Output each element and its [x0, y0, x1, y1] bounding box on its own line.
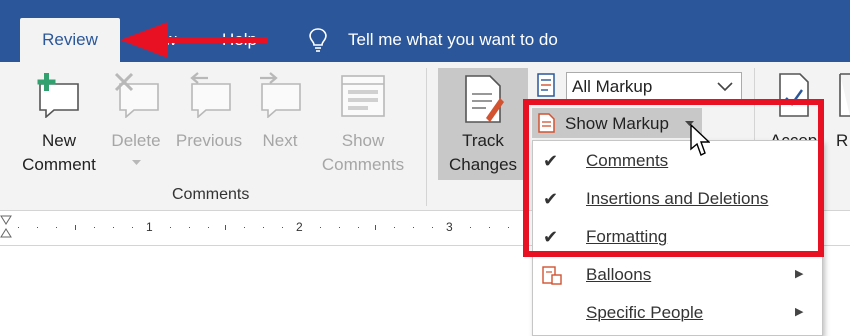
delete-comment-icon [114, 72, 159, 118]
group-separator [426, 68, 427, 206]
indent-marker-icon[interactable] [0, 215, 14, 241]
reject-label: R [836, 131, 849, 150]
menu-item-balloons[interactable]: Balloons ▶ [533, 257, 822, 294]
previous-label: Previous [175, 131, 243, 150]
markup-view-select[interactable]: All Markup [566, 72, 742, 102]
next-comment-icon [260, 72, 301, 118]
menu-item-specific-people[interactable]: Specific People ▶ [533, 295, 822, 332]
previous-comment-button[interactable]: Previous [172, 62, 246, 182]
show-comments-label-2: Comments [321, 155, 405, 174]
menu-item-label: Specific People [586, 303, 704, 322]
submenu-arrow-icon: ▶ [795, 306, 804, 318]
delete-dropdown-icon [132, 160, 141, 165]
track-changes-button[interactable]: Track Changes [438, 68, 528, 180]
ruler-ticks [18, 225, 509, 230]
reject-button[interactable]: R [834, 62, 850, 182]
track-changes-icon [465, 75, 504, 123]
ruler-mark-3: 3 [446, 220, 453, 234]
red-highlight-box [523, 99, 824, 257]
ruler-mark-2: 2 [296, 220, 303, 234]
submenu-arrow-icon: ▶ [795, 268, 804, 280]
ribbon-tab-bar: Review View Help Tell me what you want t… [0, 0, 850, 62]
delete-label: Delete [111, 131, 161, 150]
mouse-cursor-icon [690, 124, 710, 156]
tell-me-search[interactable]: Tell me what you want to do [348, 30, 558, 50]
reject-icon [839, 73, 850, 117]
new-comment-label-2: Comment [22, 155, 96, 174]
track-changes-label-1: Track [462, 131, 504, 150]
menu-item-label: Balloons [586, 265, 652, 284]
track-changes-label-2: Changes [448, 155, 518, 174]
new-comment-icon [37, 73, 79, 118]
show-comments-label-1: Show [341, 131, 385, 150]
markup-view-value: All Markup [572, 77, 653, 96]
chevron-down-icon [717, 82, 733, 92]
next-label: Next [262, 131, 298, 150]
show-comments-button[interactable]: Show Comments [316, 62, 410, 182]
delete-comment-button[interactable]: Delete [106, 62, 166, 182]
show-comments-icon [341, 75, 385, 117]
balloons-icon [542, 266, 562, 285]
tab-review-label: Review [42, 30, 98, 49]
tab-review[interactable]: Review [20, 18, 120, 62]
new-comment-label-1: New [41, 131, 76, 150]
red-arrow-annotation [120, 22, 268, 58]
new-comment-button[interactable]: New Comment [14, 62, 104, 182]
ruler-mark-1: 1 [146, 220, 153, 234]
lightbulb-icon [309, 28, 327, 52]
next-comment-button[interactable]: Next [250, 62, 310, 182]
comments-group-label: Comments [172, 186, 250, 203]
markup-display-icon [537, 73, 555, 97]
previous-comment-icon [190, 72, 231, 118]
